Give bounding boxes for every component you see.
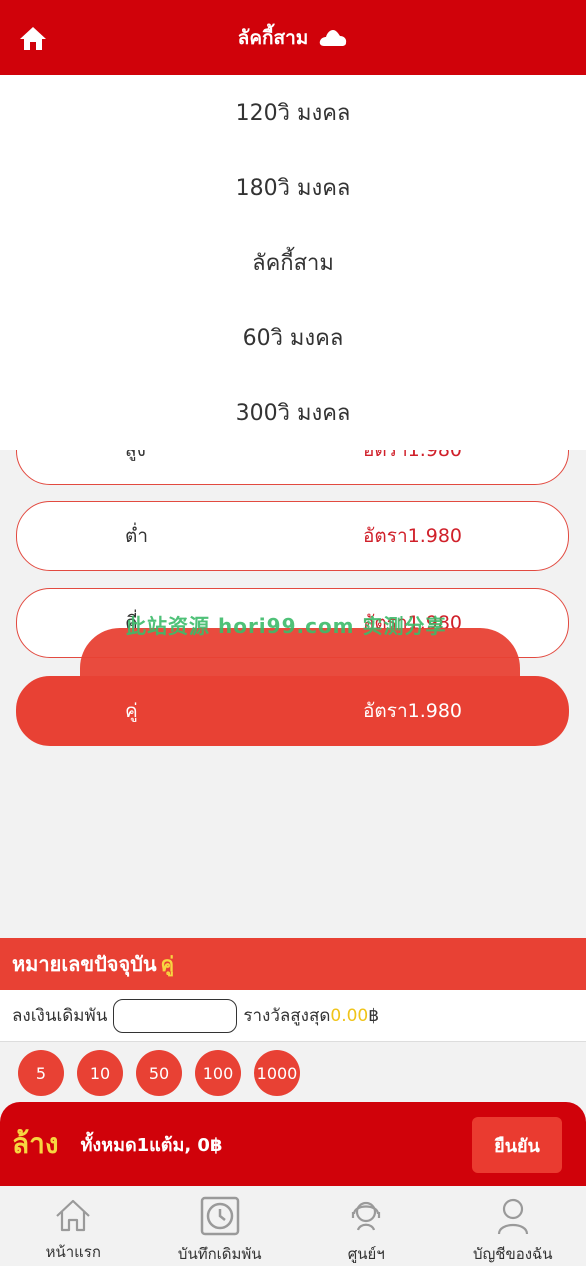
- home-icon: [20, 27, 46, 50]
- menu-item-120s[interactable]: 120วิ มงคล: [0, 75, 586, 150]
- stake-input[interactable]: [113, 998, 238, 1033]
- menu-item-300s[interactable]: 300วิ มงคล: [0, 375, 586, 450]
- bottom-nav: หน้าแรก บันทึกเดิมพัน ศูนย์ฯ บัญชีของฉัน: [0, 1186, 586, 1266]
- chip-10[interactable]: 10: [77, 1050, 123, 1096]
- watermark: 此站资源 hori99.com 实测分享: [126, 614, 447, 638]
- option-low[interactable]: ต่ำ อัตรา1.980: [16, 501, 569, 571]
- action-bar: ล้าง ทั้งหมด1แต้ม, 0฿ ยืนยัน: [0, 1102, 586, 1186]
- current-value: คู่: [160, 952, 174, 976]
- app-header: ลัคกี้สาม: [0, 0, 586, 75]
- prize-label: รางวัลสูงสุด: [243, 1006, 331, 1026]
- option-name: คู่: [125, 700, 138, 722]
- nav-label: บันทึกเดิมพัน: [177, 1245, 262, 1263]
- user-icon: [497, 1198, 528, 1235]
- chip-row: 5 10 50 100 1000: [0, 1042, 586, 1104]
- nav-label: บัญชีของฉัน: [472, 1245, 553, 1263]
- menu-item-60s[interactable]: 60วิ มงคล: [0, 300, 586, 375]
- home-icon: [56, 1199, 91, 1232]
- confirm-button[interactable]: ยืนยัน: [472, 1117, 562, 1173]
- nav-label: หน้าแรก: [45, 1243, 101, 1261]
- nav-home[interactable]: หน้าแรก: [0, 1186, 147, 1266]
- clock-icon: [200, 1196, 239, 1236]
- nav-support[interactable]: ศูนย์ฯ: [293, 1186, 440, 1266]
- chip-50[interactable]: 50: [136, 1050, 182, 1096]
- option-even[interactable]: คู่ อัตรา1.980: [16, 676, 569, 746]
- support-icon: [352, 1201, 381, 1231]
- stake-label: ลงเงินเดิมพัน: [12, 1006, 108, 1026]
- chip-1000[interactable]: 1000: [254, 1050, 300, 1096]
- game-menu: 120วิ มงคล 180วิ มงคล ลัคกี้สาม 60วิ มงค…: [0, 75, 586, 450]
- game-selector[interactable]: ลัคกี้สาม: [238, 23, 349, 53]
- nav-bet-history[interactable]: บันทึกเดิมพัน: [147, 1186, 294, 1266]
- prize-value: 0.00: [330, 1005, 369, 1026]
- current-label: หมายเลขปัจจุบัน: [12, 952, 157, 976]
- bet-summary: ทั้งหมด1แต้ม, 0฿: [80, 1134, 223, 1156]
- option-rate: อัตรา1.980: [363, 700, 463, 722]
- currency-symbol: ฿: [368, 1005, 380, 1026]
- home-button[interactable]: [18, 24, 48, 52]
- nav-label: ศูนย์ฯ: [347, 1245, 385, 1263]
- menu-item-180s[interactable]: 180วิ มงคล: [0, 150, 586, 225]
- chip-100[interactable]: 100: [195, 1050, 241, 1096]
- stake-row: ลงเงินเดิมพัน รางวัลสูงสุด 0.00 ฿: [0, 990, 586, 1042]
- chip-5[interactable]: 5: [18, 1050, 64, 1096]
- chevron-up-icon: [320, 29, 347, 46]
- option-name: ต่ำ: [125, 525, 149, 547]
- nav-my-account[interactable]: บัญชีของฉัน: [440, 1186, 586, 1266]
- header-title: ลัคกี้สาม: [237, 26, 309, 49]
- clear-button[interactable]: ล้าง: [12, 1122, 59, 1166]
- current-number-bar: หมายเลขปัจจุบัน คู่: [0, 938, 586, 990]
- option-rate: อัตรา1.980: [363, 525, 463, 547]
- menu-item-lucky-three[interactable]: ลัคกี้สาม: [0, 225, 586, 300]
